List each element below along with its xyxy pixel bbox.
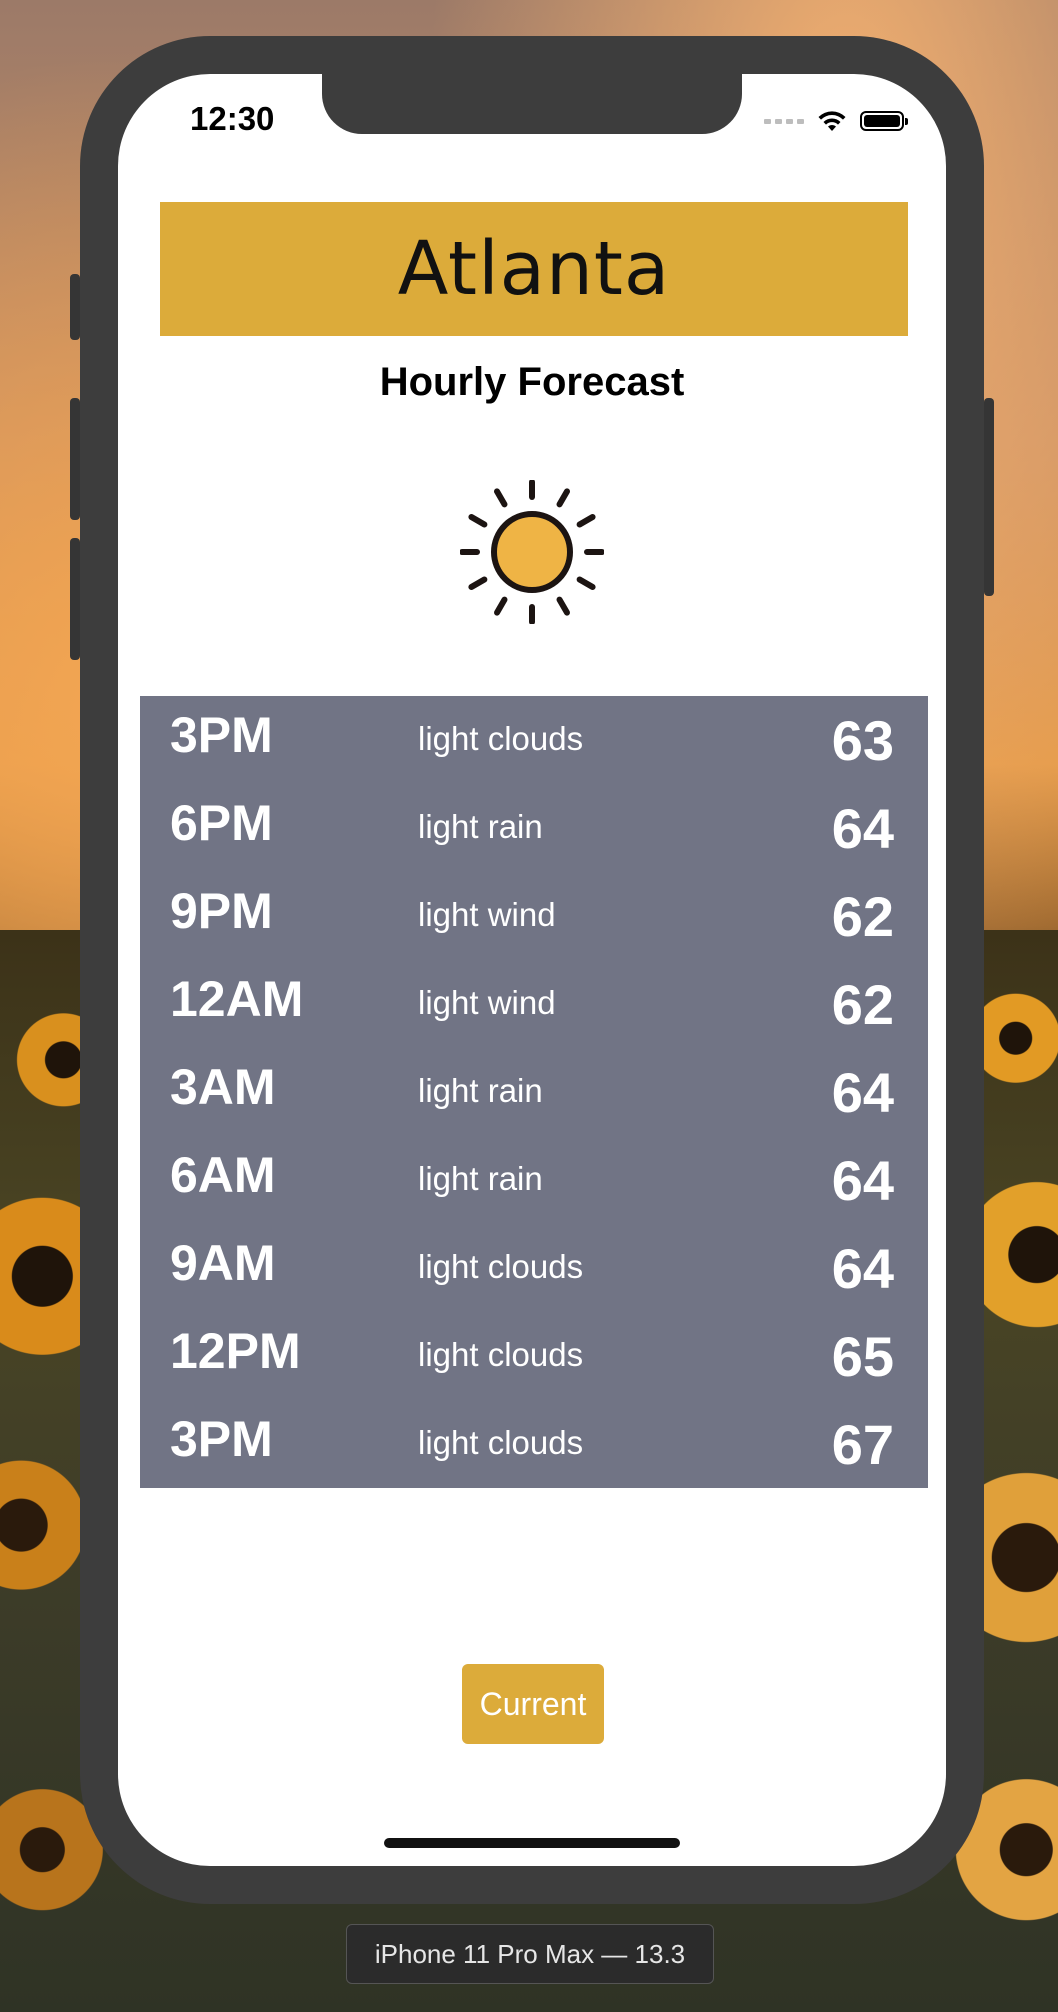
forecast-description: light rain: [418, 1072, 543, 1109]
forecast-row: 12AM light wind 62: [140, 960, 928, 1048]
hourly-forecast-table[interactable]: 3PM light clouds 63 6PM light rain 64 9P…: [140, 696, 928, 1488]
forecast-temperature: 64: [831, 1149, 894, 1212]
forecast-description: light clouds: [418, 1248, 584, 1285]
cellular-dots-icon: [764, 118, 804, 124]
forecast-temperature: 63: [831, 709, 894, 772]
status-icons: [764, 106, 908, 136]
forecast-time: 6AM: [170, 1147, 276, 1203]
forecast-time: 3AM: [170, 1059, 276, 1115]
forecast-time: 12AM: [170, 971, 304, 1027]
forecast-temperature: 64: [831, 1061, 894, 1124]
forecast-time: 9PM: [170, 883, 273, 939]
forecast-temperature: 62: [831, 973, 894, 1036]
forecast-description: light wind: [418, 984, 556, 1021]
status-time: 12:30: [190, 100, 275, 137]
volume-down-button: [70, 538, 80, 660]
phone-screen: 12:30 Atlanta Hourly Forecast 3PM light …: [118, 74, 946, 1866]
forecast-temperature: 64: [831, 1237, 894, 1300]
forecast-time: 3PM: [170, 707, 273, 763]
wifi-icon: [818, 111, 846, 131]
forecast-row: 3PM light clouds 67: [140, 1400, 928, 1488]
city-name: Atlanta: [397, 226, 671, 312]
city-banner: Atlanta: [160, 202, 908, 336]
forecast-row: 3AM light rain 64: [140, 1048, 928, 1136]
sun-icon: [460, 480, 604, 624]
forecast-row: 6PM light rain 64: [140, 784, 928, 872]
forecast-row: 6AM light rain 64: [140, 1136, 928, 1224]
forecast-temperature: 64: [831, 797, 894, 860]
forecast-time: 12PM: [170, 1323, 301, 1379]
mute-switch: [70, 274, 80, 340]
forecast-row: 12PM light clouds 65: [140, 1312, 928, 1400]
forecast-row: 3PM light clouds 63: [140, 696, 928, 784]
home-indicator[interactable]: [384, 1838, 680, 1848]
forecast-description: light clouds: [418, 720, 584, 757]
power-button: [984, 398, 994, 596]
forecast-temperature: 67: [831, 1413, 894, 1476]
notch: [322, 74, 742, 134]
forecast-temperature: 62: [831, 885, 894, 948]
forecast-description: light clouds: [418, 1424, 584, 1461]
volume-up-button: [70, 398, 80, 520]
forecast-description: light clouds: [418, 1336, 584, 1373]
simulator-device-label: iPhone 11 Pro Max — 13.3: [346, 1924, 714, 1984]
forecast-description: light rain: [418, 808, 543, 845]
forecast-time: 6PM: [170, 795, 273, 851]
forecast-description: light wind: [418, 896, 556, 933]
forecast-row: 9AM light clouds 64: [140, 1224, 928, 1312]
forecast-row: 9PM light wind 62: [140, 872, 928, 960]
battery-icon: [860, 111, 908, 131]
forecast-time: 3PM: [170, 1411, 273, 1467]
forecast-time: 9AM: [170, 1235, 276, 1291]
current-button[interactable]: Current: [462, 1664, 604, 1744]
forecast-temperature: 65: [831, 1325, 894, 1388]
forecast-description: light rain: [418, 1160, 543, 1197]
page-subtitle: Hourly Forecast: [379, 360, 685, 404]
